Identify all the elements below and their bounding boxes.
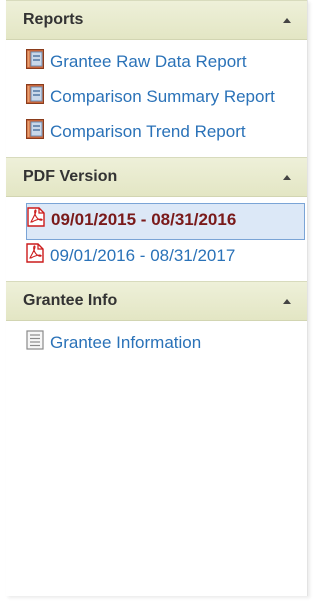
link-label: 09/01/2015 - 08/31/2016 bbox=[51, 210, 237, 229]
document-icon bbox=[26, 330, 44, 358]
link-label: Grantee Information bbox=[50, 333, 202, 352]
pdf-icon bbox=[26, 243, 44, 271]
link-grantee-raw-data-report[interactable]: Grantee Raw Data Report bbox=[26, 46, 305, 81]
collapse-caret-icon[interactable] bbox=[283, 298, 291, 304]
grantee-info-list: Grantee Information bbox=[6, 321, 307, 368]
report-icon bbox=[26, 49, 44, 77]
section-header-grantee-info[interactable]: Grantee Info bbox=[6, 281, 307, 321]
link-comparison-summary-report[interactable]: Comparison Summary Report bbox=[26, 81, 305, 116]
section-title-pdf-version: PDF Version bbox=[23, 168, 118, 185]
link-pdf-2016-2017[interactable]: 09/01/2016 - 08/31/2017 bbox=[26, 240, 305, 275]
section-header-pdf-version[interactable]: PDF Version bbox=[6, 157, 307, 197]
link-comparison-trend-report[interactable]: Comparison Trend Report bbox=[26, 116, 305, 151]
section-title-reports: Reports bbox=[23, 11, 84, 28]
report-icon bbox=[26, 119, 44, 147]
section-header-reports[interactable]: Reports bbox=[6, 0, 307, 40]
report-icon bbox=[26, 84, 44, 112]
collapse-caret-icon[interactable] bbox=[283, 17, 291, 23]
link-grantee-information[interactable]: Grantee Information bbox=[26, 327, 305, 362]
reports-list: Grantee Raw Data Report Comparison Summa… bbox=[6, 40, 307, 157]
link-label: 09/01/2016 - 08/31/2017 bbox=[50, 246, 236, 265]
collapse-caret-icon[interactable] bbox=[283, 174, 291, 180]
side-panel: Reports Grantee Raw Data Report Comparis… bbox=[6, 0, 308, 596]
link-label: Comparison Trend Report bbox=[50, 122, 246, 141]
link-label: Comparison Summary Report bbox=[50, 87, 275, 106]
pdf-version-list: 09/01/2015 - 08/31/2016 09/01/2016 - 08/… bbox=[6, 197, 307, 281]
pdf-icon bbox=[27, 207, 45, 235]
link-pdf-2015-2016[interactable]: 09/01/2015 - 08/31/2016 bbox=[26, 203, 305, 240]
link-label: Grantee Raw Data Report bbox=[50, 52, 247, 71]
section-title-grantee-info: Grantee Info bbox=[23, 292, 118, 309]
